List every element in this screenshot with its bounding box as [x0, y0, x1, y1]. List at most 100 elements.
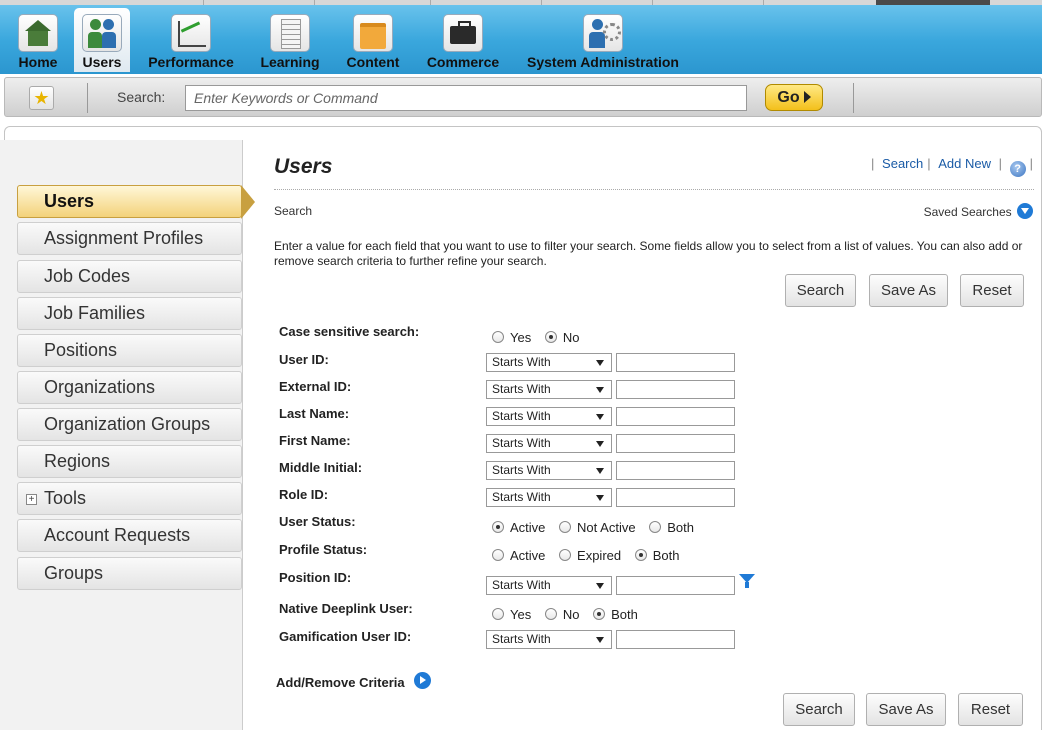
position-id-input[interactable] — [616, 576, 735, 595]
sidebar-item-account-requests[interactable]: Account Requests — [17, 519, 242, 552]
nav-tab-learning[interactable]: Learning — [257, 8, 323, 72]
dropdown-caret-icon — [596, 387, 604, 393]
select-value: Starts With — [492, 382, 551, 396]
user-status-active-radio[interactable] — [492, 521, 504, 533]
external-id-input[interactable] — [616, 380, 735, 399]
dropdown-caret-icon — [596, 637, 604, 643]
global-search-bar: ★ Search: Go — [4, 77, 1042, 117]
native-deeplink-no-radio[interactable] — [544, 608, 557, 620]
home-icon — [18, 14, 58, 52]
nav-tab-label: Content — [346, 54, 400, 70]
first-name-operator-select[interactable]: Starts With — [486, 434, 612, 453]
position-id-operator-select[interactable]: Starts With — [486, 576, 612, 595]
circle-arrow-right-icon — [414, 672, 432, 689]
native-deeplink-label: Native Deeplink User: — [279, 601, 413, 616]
nav-tab-home[interactable]: Home — [10, 8, 66, 72]
native-deeplink-both-radio[interactable] — [593, 608, 606, 620]
role-id-input[interactable] — [616, 488, 735, 507]
case-sensitive-no-radio[interactable] — [544, 331, 557, 343]
gamification-id-operator-select[interactable]: Starts With — [486, 630, 612, 649]
first-name-input[interactable] — [616, 434, 735, 453]
title-action-links: | Search | Add New | ? | — [871, 156, 1033, 177]
keyword-search-input[interactable] — [185, 85, 747, 111]
system-admin-icon — [583, 14, 623, 52]
learning-document-icon — [270, 14, 310, 52]
top-navigation-bar: Home Users Performance Learning Content … — [0, 0, 1042, 74]
search-link[interactable]: Search — [882, 156, 923, 171]
gamification-id-label: Gamification User ID: — [279, 629, 412, 644]
external-id-operator-select[interactable]: Starts With — [486, 380, 612, 399]
saved-searches-toggle[interactable]: Saved Searches — [924, 203, 1033, 219]
reset-button[interactable]: Reset — [960, 274, 1024, 307]
select-value: Starts With — [492, 490, 551, 504]
middle-initial-operator-select[interactable]: Starts With — [486, 461, 612, 480]
middle-initial-label: Middle Initial: — [279, 460, 363, 475]
users-icon — [82, 14, 122, 52]
favorites-star-icon[interactable]: ★ — [29, 86, 54, 110]
divider — [87, 83, 88, 113]
nav-tab-commerce[interactable]: Commerce — [423, 8, 503, 72]
user-id-input[interactable] — [616, 353, 735, 372]
sidebar-item-tools[interactable]: + Tools — [17, 482, 242, 515]
main-content: Users | Search | Add New | ? | Search Save… — [243, 140, 1042, 730]
sidebar-item-positions[interactable]: Positions — [17, 334, 242, 367]
sidebar-item-job-codes[interactable]: Job Codes — [17, 260, 242, 293]
sidebar-item-label: Job Codes — [44, 266, 131, 286]
profile-status-both-radio[interactable] — [634, 549, 647, 561]
nav-tab-system-administration[interactable]: System Administration — [524, 8, 682, 72]
add-new-link[interactable]: Add New — [938, 156, 991, 171]
user-status-both-radio[interactable] — [649, 521, 662, 533]
nav-tab-users[interactable]: Users — [74, 8, 130, 72]
select-value: Starts With — [492, 436, 551, 450]
profile-status-radio-group: Active Expired Both — [492, 548, 689, 563]
save-as-button-bottom[interactable]: Save As — [866, 693, 946, 726]
user-status-not-active-radio[interactable] — [559, 521, 572, 533]
profile-status-expired-radio[interactable] — [559, 549, 572, 561]
save-as-button[interactable]: Save As — [869, 274, 948, 307]
middle-initial-input[interactable] — [616, 461, 735, 480]
nav-tab-label: System Administration — [527, 54, 679, 70]
search-button-bottom[interactable]: Search — [783, 693, 855, 726]
profile-status-label: Profile Status: — [279, 542, 368, 557]
radio-label: Not Active — [577, 520, 636, 535]
native-deeplink-yes-radio[interactable] — [492, 608, 504, 620]
search-button[interactable]: Search — [785, 274, 856, 307]
radio-label: Both — [652, 548, 680, 563]
reset-button-bottom[interactable]: Reset — [958, 693, 1023, 726]
title-divider — [274, 189, 1034, 190]
sidebar-item-assignment-profiles[interactable]: Assignment Profiles — [17, 222, 242, 255]
profile-status-active-radio[interactable] — [492, 549, 504, 561]
dropdown-caret-icon — [596, 441, 604, 447]
filter-funnel-icon[interactable] — [739, 574, 755, 588]
sidebar-item-label: Account Requests — [44, 525, 191, 545]
add-remove-criteria-link[interactable]: Add/Remove Criteria — [276, 672, 432, 690]
sidebar-item-organization-groups[interactable]: Organization Groups — [17, 408, 242, 441]
case-sensitive-yes-radio[interactable] — [492, 331, 504, 343]
user-id-label: User ID: — [279, 352, 329, 367]
sidebar-item-organizations[interactable]: Organizations — [17, 371, 242, 404]
nav-tab-performance[interactable]: Performance — [145, 8, 237, 72]
expand-plus-icon[interactable]: + — [26, 494, 37, 505]
last-name-operator-select[interactable]: Starts With — [486, 407, 612, 426]
sidebar-item-users[interactable]: Users — [17, 185, 255, 219]
role-id-operator-select[interactable]: Starts With — [486, 488, 612, 507]
user-id-operator-select[interactable]: Starts With — [486, 353, 612, 372]
nav-tab-label: Users — [82, 54, 122, 70]
last-name-input[interactable] — [616, 407, 735, 426]
help-icon[interactable]: ? — [1009, 161, 1026, 177]
select-value: Starts With — [492, 578, 551, 592]
role-id-label: Role ID: — [279, 487, 329, 502]
sidebar-item-regions[interactable]: Regions — [17, 445, 242, 478]
select-value: Starts With — [492, 463, 551, 477]
sidebar-item-job-families[interactable]: Job Families — [17, 297, 242, 330]
sidebar-item-label: Tools — [44, 488, 87, 508]
sidebar-item-groups[interactable]: Groups — [17, 557, 242, 590]
gamification-id-input[interactable] — [616, 630, 735, 649]
sidebar-item-label: Users — [44, 191, 95, 211]
nav-tab-content[interactable]: Content — [342, 8, 404, 72]
go-button[interactable]: Go — [765, 84, 823, 111]
divider — [853, 83, 854, 113]
dropdown-caret-icon — [596, 583, 604, 589]
radio-label: Active — [510, 520, 546, 535]
dropdown-caret-icon — [596, 495, 604, 501]
